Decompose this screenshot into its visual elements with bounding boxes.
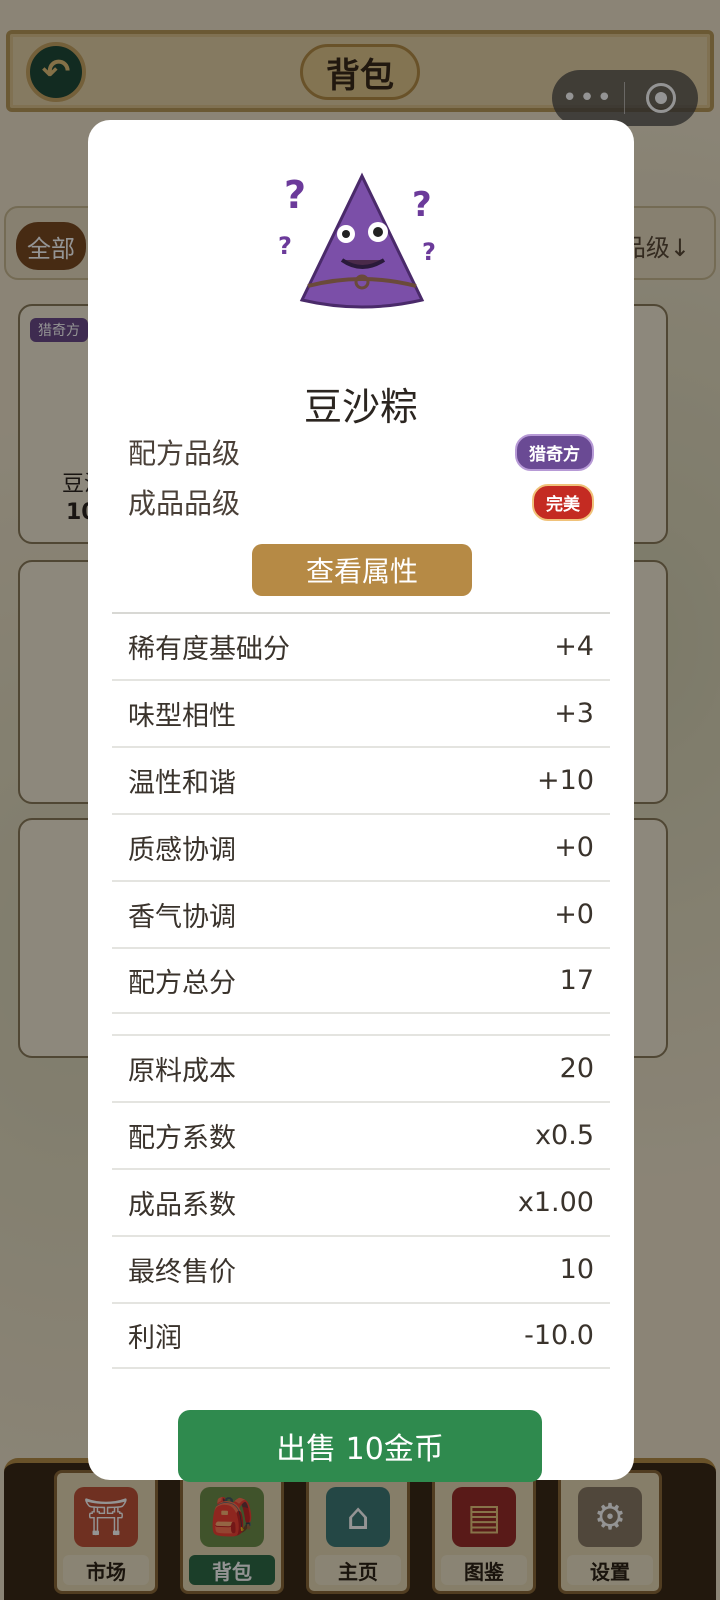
table-row: 香气协调 +0 xyxy=(112,880,610,947)
stat-label: 配方总分 xyxy=(128,968,236,999)
stat-value: +10 xyxy=(537,765,594,796)
stat-label: 味型相性 xyxy=(128,701,236,732)
table-row: 配方总分 17 xyxy=(112,947,610,1014)
recipe-grade-label: 配方品级 xyxy=(128,437,241,470)
product-grade-row: 成品品级 完美 xyxy=(128,482,594,522)
product-grade-label: 成品品级 xyxy=(128,487,241,520)
product-grade-badge: 完美 xyxy=(532,483,594,521)
stat-label: 利润 xyxy=(128,1323,182,1354)
table-row: 最终售价 10 xyxy=(112,1235,610,1302)
svg-text:?: ? xyxy=(284,173,306,217)
stat-label: 香气协调 xyxy=(128,902,236,933)
stat-label: 原料成本 xyxy=(128,1056,236,1087)
stat-value: 10 xyxy=(559,1254,594,1285)
stat-value: +0 xyxy=(554,832,594,863)
stat-value: +0 xyxy=(554,899,594,930)
recipe-grade-badge: 猎奇方 xyxy=(515,433,594,471)
recipe-grade-row: 配方品级 猎奇方 xyxy=(128,432,594,472)
stat-label: 配方系数 xyxy=(128,1123,236,1154)
stat-label: 最终售价 xyxy=(128,1257,236,1288)
stat-value: 20 xyxy=(559,1053,594,1084)
item-name: 豆沙粽 xyxy=(303,385,418,429)
table-row: 利润 -10.0 xyxy=(112,1302,610,1369)
stat-label: 质感协调 xyxy=(128,835,236,866)
svg-text:?: ? xyxy=(412,185,432,225)
stat-value: 17 xyxy=(559,965,594,996)
table-row: 稀有度基础分 +4 xyxy=(112,612,610,679)
item-detail-modal: ? ? ? ? 豆沙粽 配方品级 猎奇方 成品品级 完美 查看属性 稀有度基础分… xyxy=(88,120,634,1482)
table-row: 原料成本 20 xyxy=(112,1034,610,1101)
stat-value: +3 xyxy=(554,698,594,729)
stat-label: 温性和谐 xyxy=(128,768,236,799)
svg-text:?: ? xyxy=(422,238,436,266)
stat-label: 成品系数 xyxy=(128,1190,236,1221)
sell-button[interactable]: 出售 10金币 xyxy=(178,1410,542,1482)
table-row: 配方系数 x0.5 xyxy=(112,1101,610,1168)
stat-label: 稀有度基础分 xyxy=(128,634,290,665)
stat-value: -10.0 xyxy=(524,1320,594,1351)
table-row: 温性和谐 +10 xyxy=(112,746,610,813)
stat-value: x1.00 xyxy=(517,1187,594,1218)
table-row: 味型相性 +3 xyxy=(112,679,610,746)
table-row: 质感协调 +0 xyxy=(112,813,610,880)
price-table: 原料成本 20 配方系数 x0.5 成品系数 x1.00 最终售价 10 利润 … xyxy=(112,1034,610,1369)
zongzi-item-image: ? ? ? ? xyxy=(278,172,436,309)
stat-value: +4 xyxy=(554,631,594,662)
stat-value: x0.5 xyxy=(535,1120,594,1151)
table-row: 成品系数 x1.00 xyxy=(112,1168,610,1235)
score-table: 稀有度基础分 +4 味型相性 +3 温性和谐 +10 质感协调 +0 香气协调 … xyxy=(112,612,610,1014)
view-attributes-button[interactable]: 查看属性 xyxy=(252,544,472,596)
svg-text:?: ? xyxy=(278,232,292,260)
